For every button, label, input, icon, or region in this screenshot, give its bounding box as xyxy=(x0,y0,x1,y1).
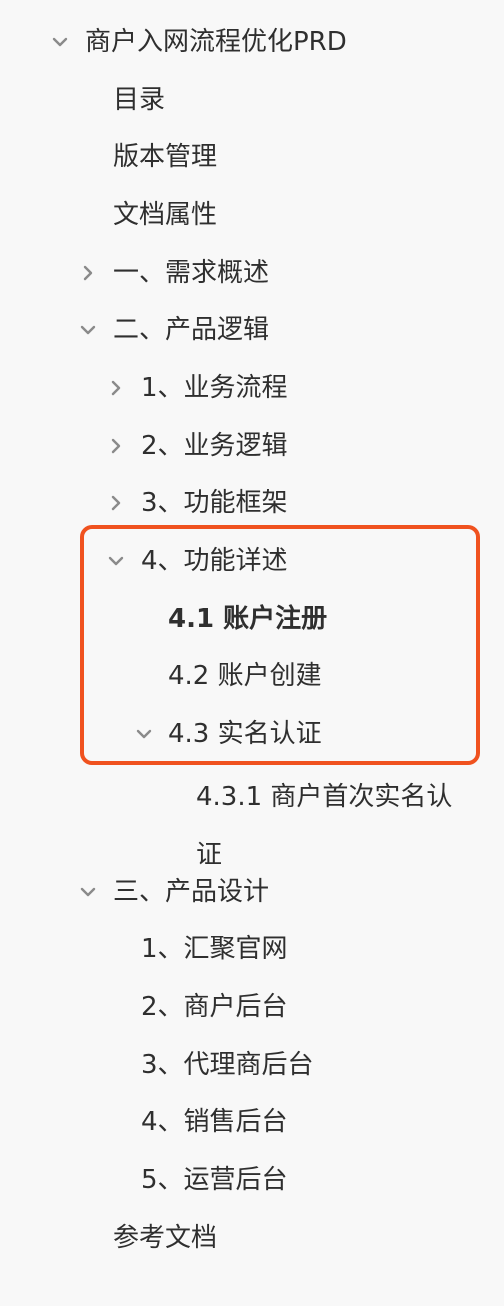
tree-item-label: 2、业务逻辑 xyxy=(141,431,288,461)
chevron-down-icon[interactable] xyxy=(50,32,70,52)
tree-item-label: 4.3.1 商户首次实名认证 xyxy=(196,782,453,870)
chevron-down-icon[interactable] xyxy=(78,882,98,902)
tree-item-label: 5、运营后台 xyxy=(141,1165,288,1195)
tree-item-label: 二、产品逻辑 xyxy=(113,315,270,345)
tree-item-label: 1、业务流程 xyxy=(141,373,288,403)
tree-item-label: 三、产品设计 xyxy=(113,877,270,907)
tree-item-label: 一、需求概述 xyxy=(113,258,270,288)
tree-item-label: 版本管理 xyxy=(113,142,218,172)
tree-item-label: 商户入网流程优化PRD xyxy=(85,27,347,57)
tree-item-label: 1、汇聚官网 xyxy=(141,934,288,964)
chevron-right-icon[interactable] xyxy=(106,493,126,513)
tree-item-label: 3、功能框架 xyxy=(141,488,288,518)
tree-item-label: 目录 xyxy=(113,85,166,115)
chevron-down-icon[interactable] xyxy=(78,320,98,340)
highlight-annotation-box xyxy=(80,525,480,765)
tree-item-label: 3、代理商后台 xyxy=(141,1050,314,1080)
tree-item-label: 参考文档 xyxy=(113,1223,218,1253)
tree-item-label: 2、商户后台 xyxy=(141,992,288,1022)
chevron-right-icon[interactable] xyxy=(78,263,98,283)
tree-item-label: 文档属性 xyxy=(113,200,218,230)
tree-item-label: 4、销售后台 xyxy=(141,1107,288,1137)
chevron-right-icon[interactable] xyxy=(106,378,126,398)
chevron-right-icon[interactable] xyxy=(106,436,126,456)
